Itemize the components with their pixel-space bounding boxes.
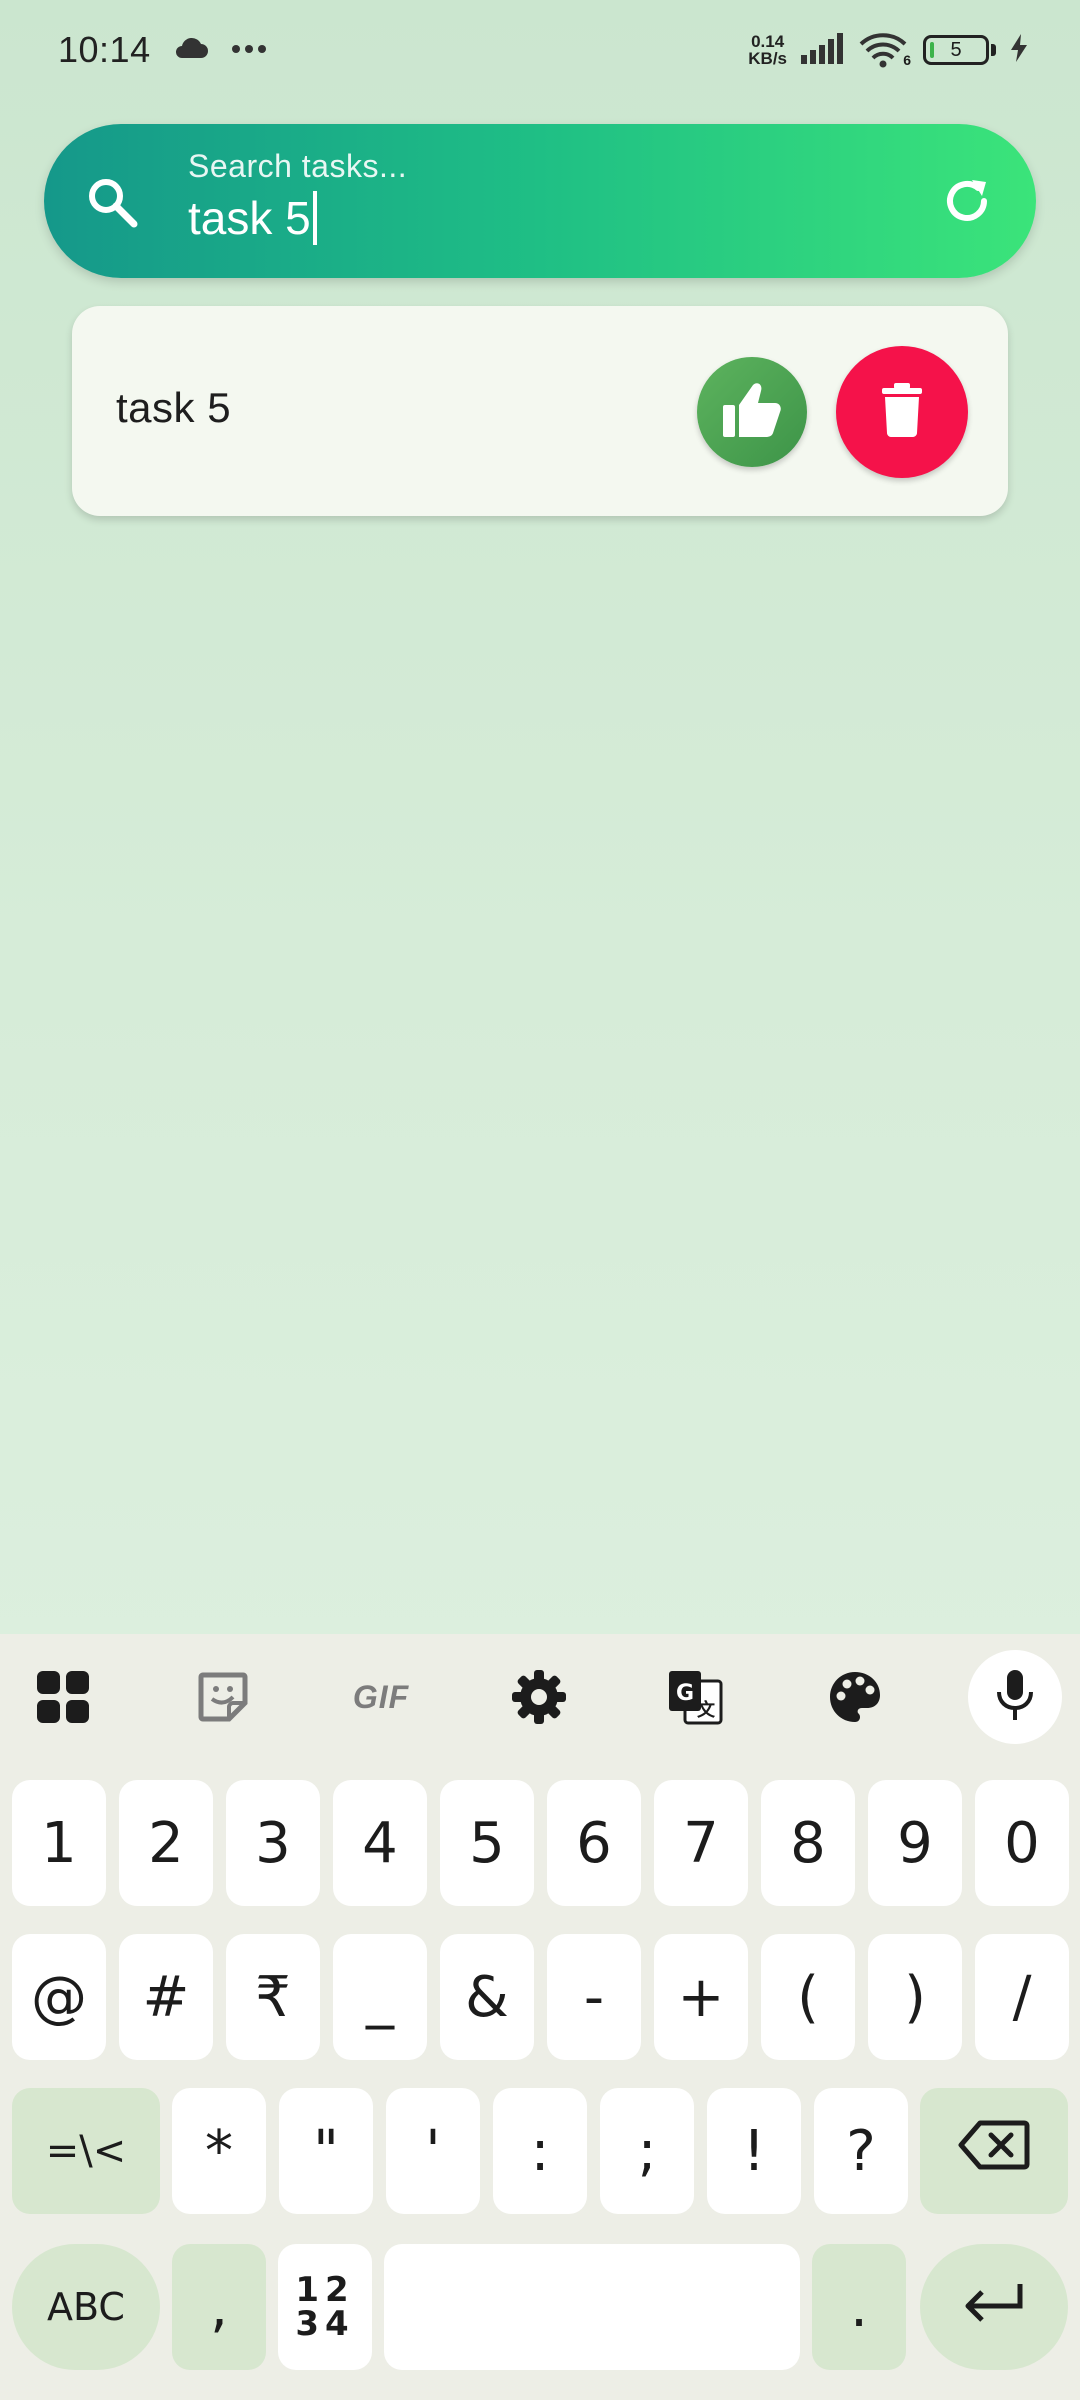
cloud-icon [173, 36, 209, 65]
digit-key[interactable]: 6 [547, 1780, 641, 1906]
sticker-icon[interactable] [190, 1664, 256, 1730]
digit-key[interactable]: 8 [761, 1780, 855, 1906]
task-card[interactable]: task 5 [72, 306, 1008, 516]
battery-level: 5 [950, 38, 962, 61]
delete-task-button[interactable] [836, 346, 968, 478]
text-caret [312, 191, 317, 245]
symbol-key[interactable]: ? [814, 2088, 908, 2214]
translate-icon[interactable]: G 文 [662, 1664, 728, 1730]
symbol-key[interactable]: ! [707, 2088, 801, 2214]
symbol-key[interactable]: & [440, 1934, 534, 2060]
charging-bolt-icon [1008, 33, 1030, 68]
status-left: 10:14 [58, 29, 267, 71]
status-right: 0.14 KB/s 6 5 [748, 31, 1030, 70]
search-value[interactable]: task 5 [188, 191, 311, 245]
network-speed: 0.14 KB/s [748, 33, 787, 67]
symbol-key[interactable]: ) [868, 1934, 962, 2060]
symbol-key[interactable]: ; [600, 2088, 694, 2214]
more-symbols-key[interactable]: =\< [12, 2088, 160, 2214]
keyboard: GIF G 文 1 2 3 4 5 6 7 8 9 0 @ # ₹ _ & - … [0, 1634, 1080, 2400]
digit-key[interactable]: 2 [119, 1780, 213, 1906]
network-speed-unit: KB/s [748, 49, 787, 68]
task-title: task 5 [116, 384, 232, 431]
more-dots-icon [231, 41, 267, 59]
thumbs-up-icon [721, 381, 783, 444]
digit-key[interactable]: 9 [868, 1780, 962, 1906]
symbol-key[interactable]: - [547, 1934, 641, 2060]
search-bar[interactable]: Search tasks... task 5 [44, 124, 1036, 278]
network-speed-value: 0.14 [751, 32, 785, 51]
digit-key[interactable]: 3 [226, 1780, 320, 1906]
enter-key[interactable] [920, 2244, 1068, 2370]
settings-icon[interactable] [506, 1664, 572, 1730]
number-pad-switch-key[interactable]: 12 34 [278, 2244, 372, 2370]
digit-key[interactable]: 0 [975, 1780, 1069, 1906]
wifi-icon: 6 [859, 32, 911, 68]
space-key[interactable] [384, 2244, 800, 2370]
symbol-key[interactable]: ' [386, 2088, 480, 2214]
voice-input-button[interactable] [968, 1650, 1062, 1744]
symbol-key[interactable]: " [279, 2088, 373, 2214]
symbol-key[interactable]: + [654, 1934, 748, 2060]
gif-label: GIF [352, 1678, 410, 1715]
symbol-key[interactable]: / [975, 1934, 1069, 2060]
search-input[interactable]: Search tasks... task 5 [188, 148, 407, 245]
battery-tip [991, 44, 996, 56]
number-pad-switch-top: 12 [295, 2270, 355, 2310]
search-icon[interactable] [84, 174, 140, 230]
digit-key[interactable]: 4 [333, 1780, 427, 1906]
digit-key[interactable]: 7 [654, 1780, 748, 1906]
enter-icon [962, 2275, 1026, 2340]
symbol-key[interactable]: * [172, 2088, 266, 2214]
symbol-key[interactable]: ( [761, 1934, 855, 2060]
gif-icon[interactable]: GIF [346, 1664, 416, 1730]
svg-text:文: 文 [697, 1699, 716, 1721]
symbol-key[interactable]: ₹ [226, 1934, 320, 2060]
wifi-label: 6 [903, 52, 911, 68]
keyboard-toolbar: GIF G 文 [0, 1634, 1080, 1754]
comma-key[interactable]: , [172, 2244, 266, 2370]
backspace-key[interactable] [920, 2088, 1068, 2214]
mic-icon [995, 1668, 1035, 1727]
complete-task-button[interactable] [697, 357, 807, 467]
period-key[interactable]: . [812, 2244, 906, 2370]
backspace-icon [958, 2119, 1030, 2184]
digit-key[interactable]: 1 [12, 1780, 106, 1906]
abc-key[interactable]: ABC [12, 2244, 160, 2370]
svg-text:G: G [676, 1681, 694, 1706]
digit-key[interactable]: 5 [440, 1780, 534, 1906]
status-time: 10:14 [58, 29, 151, 70]
battery-indicator: 5 [923, 35, 989, 65]
symbol-key[interactable]: # [119, 1934, 213, 2060]
symbol-key[interactable]: : [493, 2088, 587, 2214]
refresh-icon[interactable] [938, 172, 996, 230]
symbol-key[interactable]: @ [12, 1934, 106, 2060]
apps-grid-icon[interactable] [30, 1664, 96, 1730]
palette-icon[interactable] [822, 1664, 888, 1730]
number-pad-switch-bottom: 34 [295, 2304, 355, 2344]
cellular-signal-icon [799, 31, 847, 70]
search-placeholder: Search tasks... [188, 148, 408, 184]
status-bar: 10:14 0.14 KB/s 6 5 [0, 0, 1080, 100]
trash-icon [880, 382, 924, 442]
symbol-key[interactable]: _ [333, 1934, 427, 2060]
search-value-row[interactable]: task 5 [188, 191, 407, 245]
